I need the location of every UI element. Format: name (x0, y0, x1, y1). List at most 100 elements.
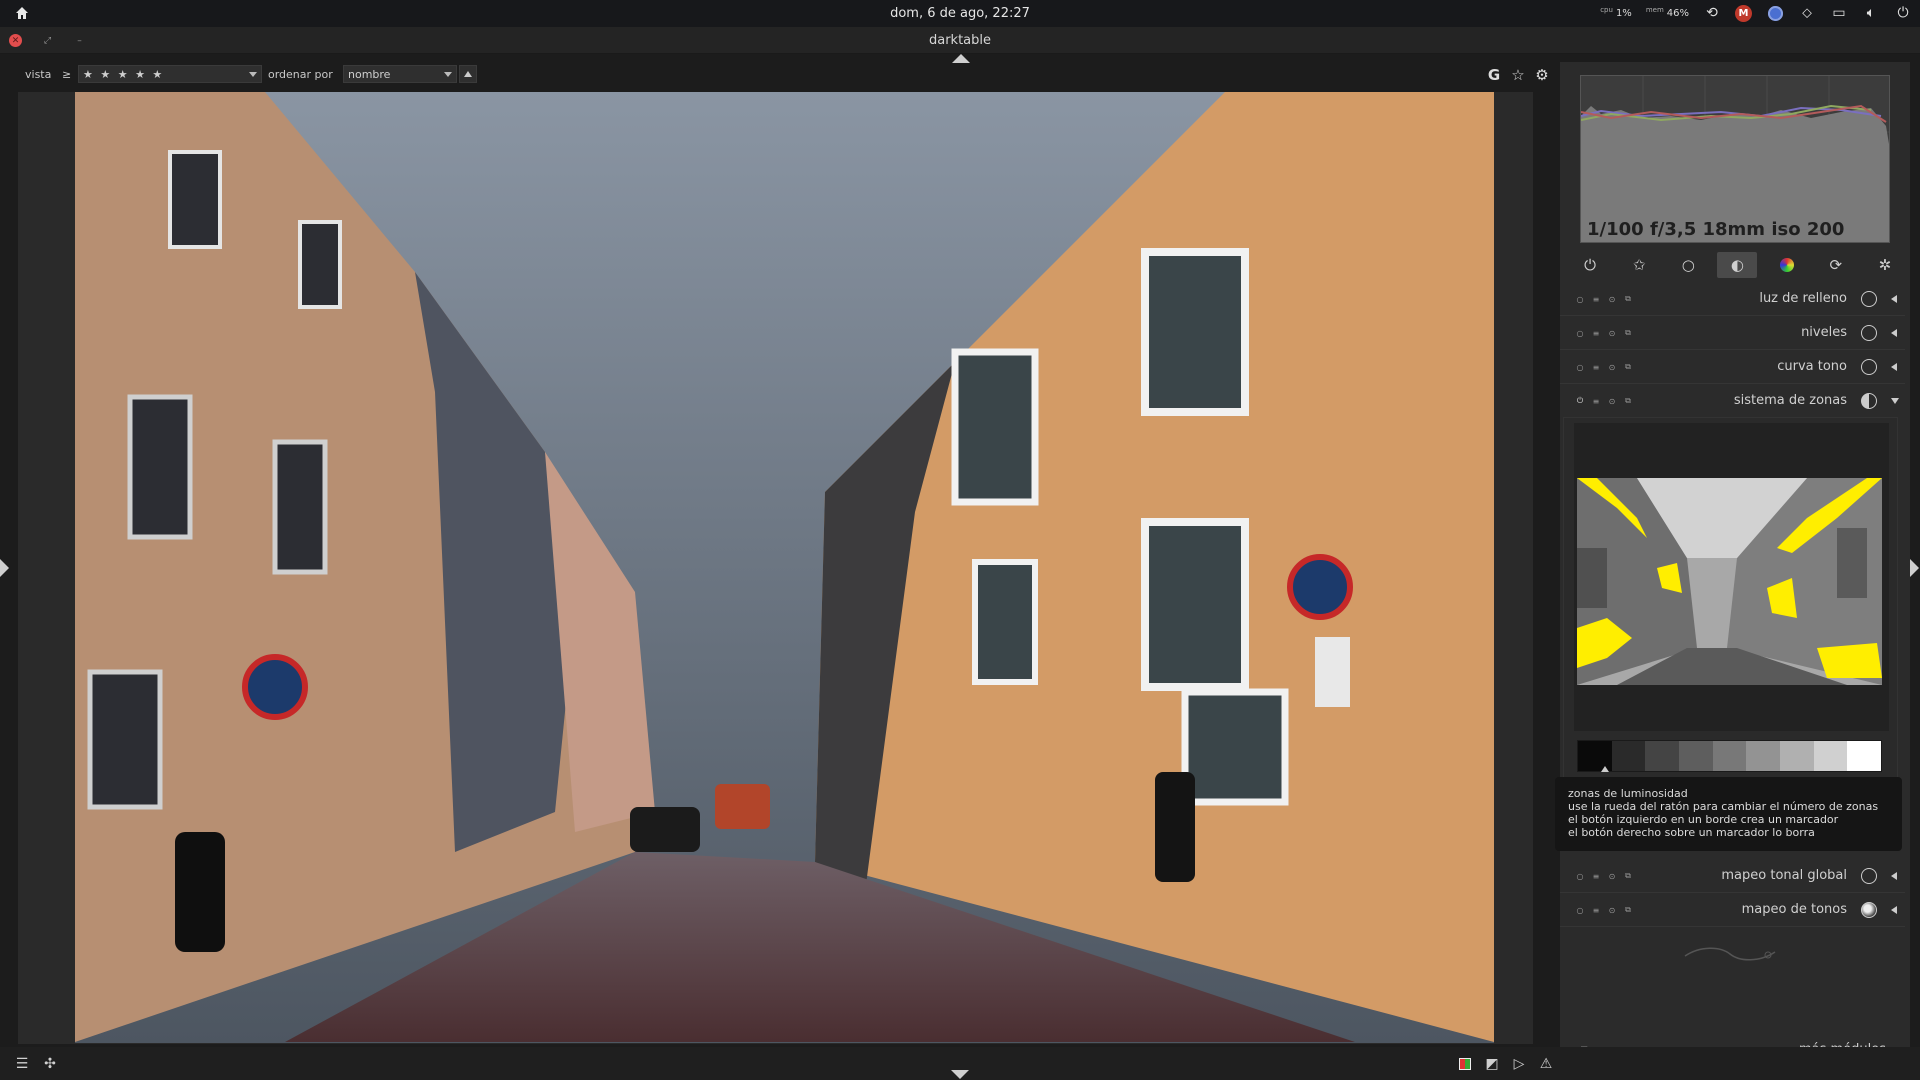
rating-filter-dropdown[interactable]: ★ ★ ★ ★ ★ (78, 65, 262, 83)
group-tone-icon[interactable]: ◐ (1717, 252, 1758, 278)
module-global-tonemap[interactable]: ○ ≡ ⊙ ⧉ mapeo tonal global (1560, 861, 1905, 893)
module-name: mapeo tonal global (1721, 868, 1847, 883)
rating-filter-value: ★ ★ ★ ★ ★ (83, 68, 165, 81)
zone-level-swatch[interactable] (1611, 741, 1646, 771)
module-presets-icon[interactable]: ≡ (1591, 328, 1601, 338)
zone-level-swatch[interactable] (1645, 741, 1680, 771)
module-name: luz de relleno (1759, 291, 1847, 306)
group-correct-icon[interactable]: ⟳ (1816, 252, 1856, 278)
module-instance-icon[interactable]: ⧉ (1623, 396, 1633, 406)
module-fill-light[interactable]: ○ ≡ ⊙ ⧉ luz de relleno (1560, 284, 1905, 316)
vpn-icon[interactable] (1766, 4, 1784, 22)
divider (1560, 383, 1905, 384)
gamut-check-icon[interactable]: ▷ (1510, 1055, 1528, 1073)
zone-level-swatch[interactable] (1847, 741, 1882, 771)
module-power-icon[interactable]: ○ (1575, 871, 1585, 881)
module-power-icon[interactable]: ⏻ (1575, 396, 1585, 406)
collapse-arrow-icon[interactable] (1891, 398, 1899, 404)
module-instance-icon[interactable]: ⧉ (1623, 328, 1633, 338)
zone-marker-icon[interactable] (1601, 766, 1609, 772)
rating-comparator[interactable]: ≥ (62, 68, 71, 81)
overexposed-warning-icon[interactable]: ⚠ (1537, 1055, 1555, 1073)
sort-label: ordenar por (268, 68, 333, 81)
sort-dropdown[interactable]: nombre (343, 65, 457, 83)
module-zone-system[interactable]: ⏻ ≡ ⊙ ⧉ sistema de zonas (1560, 386, 1905, 418)
quick-access-menu-icon[interactable]: ☰ (13, 1055, 31, 1073)
chevron-down-icon (249, 72, 257, 77)
module-presets-icon[interactable]: ≡ (1591, 871, 1601, 881)
window-title-bar: ✕ ⤢ – darktable (0, 27, 1920, 54)
expand-arrow-icon[interactable] (1891, 872, 1897, 880)
zone-level-swatch[interactable] (1712, 741, 1747, 771)
tooltip-line: zonas de luminosidad (1568, 787, 1688, 800)
module-instance-icon[interactable]: ⧉ (1623, 294, 1633, 304)
color-assessment-icon[interactable] (1456, 1055, 1474, 1073)
module-reset-icon[interactable]: ⊙ (1607, 294, 1617, 304)
expand-arrow-icon[interactable] (1891, 295, 1897, 303)
module-instance-icon[interactable]: ⧉ (1623, 871, 1633, 881)
power-menu-icon[interactable]: ⏻ (1894, 4, 1912, 22)
styles-icon[interactable]: ✣ (41, 1055, 59, 1073)
expand-left-panel-arrow[interactable] (0, 559, 9, 577)
divider (1560, 926, 1905, 927)
module-presets-icon[interactable]: ≡ (1591, 362, 1601, 372)
module-presets-icon[interactable]: ≡ (1591, 396, 1601, 406)
darkroom-photo[interactable] (75, 92, 1494, 1043)
module-name: niveles (1801, 325, 1847, 340)
softproof-icon[interactable]: ◩ (1483, 1055, 1501, 1073)
group-favorites-icon[interactable]: ✩ (1619, 252, 1659, 278)
module-power-icon[interactable]: ○ (1575, 905, 1585, 915)
zone-levels-bar[interactable] (1577, 740, 1882, 772)
module-name: mapeo de tonos (1741, 902, 1847, 917)
global-tonemap-icon (1861, 868, 1877, 884)
module-instance-icon[interactable]: ⧉ (1623, 905, 1633, 915)
module-power-icon[interactable]: ○ (1575, 328, 1585, 338)
mem-monitor[interactable]: mem 46% (1645, 5, 1689, 19)
expand-arrow-icon[interactable] (1891, 906, 1897, 914)
network-icon[interactable]: ⬦ (1798, 4, 1816, 22)
group-active-modules-icon[interactable]: ⏻ (1570, 252, 1610, 278)
display-icon[interactable]: ▭ (1830, 4, 1848, 22)
cpu-monitor[interactable]: cpu 1% (1600, 6, 1632, 19)
module-reset-icon[interactable]: ⊙ (1607, 362, 1617, 372)
module-reset-icon[interactable]: ⊙ (1607, 396, 1617, 406)
module-power-icon[interactable]: ○ (1575, 362, 1585, 372)
zone-tooltip: zonas de luminosidad use la rueda del ra… (1555, 777, 1902, 851)
mem-label: mem (1645, 5, 1664, 14)
module-instance-icon[interactable]: ⧉ (1623, 362, 1633, 372)
mail-icon[interactable]: M (1735, 4, 1752, 22)
collapse-right-panel-arrow[interactable] (1910, 559, 1919, 577)
collapse-bottom-panel-arrow[interactable] (951, 1070, 969, 1079)
panel-ornament-icon (1680, 942, 1780, 966)
expand-arrow-icon[interactable] (1891, 329, 1897, 337)
volume-icon[interactable]: 🔈︎ (1862, 4, 1880, 22)
group-color-icon[interactable] (1767, 252, 1807, 278)
histogram[interactable]: 1/100 f/3,5 18mm iso 200 (1580, 75, 1890, 243)
module-levels[interactable]: ○ ≡ ⊙ ⧉ niveles (1560, 318, 1905, 350)
zone-system-icon (1861, 393, 1877, 409)
module-power-icon[interactable]: ○ (1575, 294, 1585, 304)
group-basic-icon[interactable]: ○ (1668, 252, 1708, 278)
zone-level-swatch[interactable] (1679, 741, 1713, 771)
module-reset-icon[interactable]: ⊙ (1607, 905, 1617, 915)
zone-level-swatch[interactable] (1780, 741, 1814, 771)
grouping-button[interactable]: G (1484, 65, 1504, 85)
module-reset-icon[interactable]: ⊙ (1607, 328, 1617, 338)
module-presets-icon[interactable]: ≡ (1591, 905, 1601, 915)
tonemap-icon (1861, 902, 1877, 918)
overlay-star-button[interactable]: ☆ (1508, 65, 1528, 85)
sort-direction-button[interactable] (459, 65, 477, 83)
expand-arrow-icon[interactable] (1891, 363, 1897, 371)
zone-system-panel (1563, 417, 1898, 782)
sync-icon[interactable]: ⟲ (1703, 4, 1721, 22)
fill-light-icon (1861, 291, 1877, 307)
zone-level-swatch[interactable] (1813, 741, 1848, 771)
preferences-gear-icon[interactable]: ⚙ (1532, 65, 1552, 85)
module-tone-curve[interactable]: ○ ≡ ⊙ ⧉ curva tono (1560, 352, 1905, 384)
module-tonemap[interactable]: ○ ≡ ⊙ ⧉ mapeo de tonos (1560, 895, 1905, 927)
view-label: vista (25, 68, 52, 81)
zone-level-swatch[interactable] (1746, 741, 1781, 771)
module-presets-icon[interactable]: ≡ (1591, 294, 1601, 304)
group-effect-icon[interactable]: ✲ (1865, 252, 1905, 278)
module-reset-icon[interactable]: ⊙ (1607, 871, 1617, 881)
